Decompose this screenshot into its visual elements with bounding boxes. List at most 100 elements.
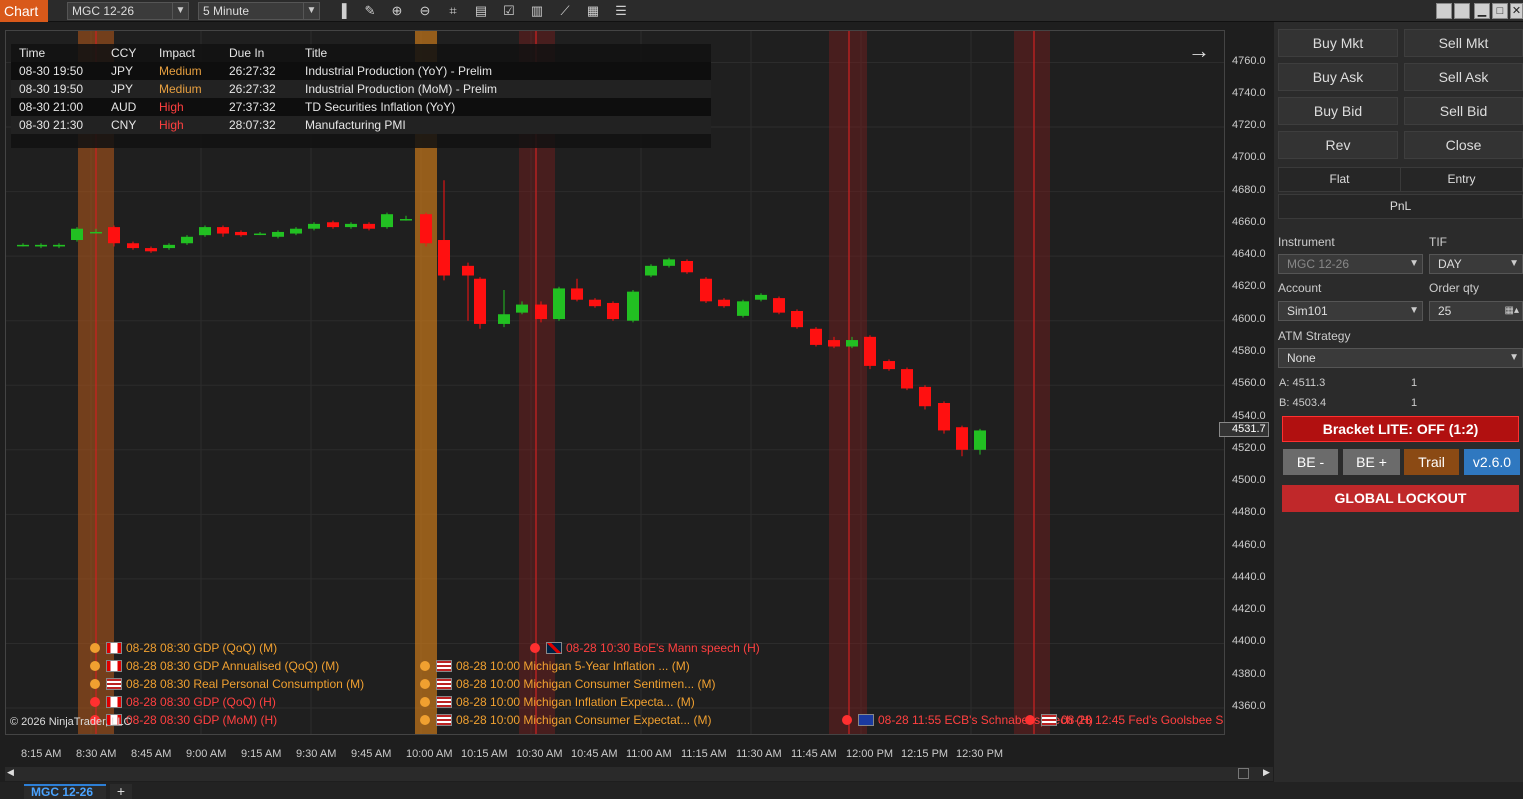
scroll-right-icon[interactable]: ▶ bbox=[1263, 767, 1270, 778]
tif-label: TIF bbox=[1429, 235, 1447, 249]
tif-select[interactable]: DAY ▼ bbox=[1429, 254, 1523, 274]
close-icon[interactable]: ✕ bbox=[1510, 3, 1523, 19]
event-marker[interactable]: 08-28 10:00 Michigan 5-Year Inflation ..… bbox=[420, 659, 690, 673]
be-minus-button[interactable]: BE - bbox=[1283, 449, 1338, 475]
zoom-out-icon[interactable]: ⊖ bbox=[416, 2, 434, 20]
candle-down bbox=[883, 361, 895, 370]
event-dot-icon bbox=[420, 661, 430, 671]
news-time-band bbox=[829, 31, 867, 734]
country-flag-icon bbox=[858, 714, 874, 726]
country-flag-icon bbox=[1041, 714, 1057, 726]
price-tick: 4460.0 bbox=[1232, 538, 1266, 551]
minimize-icon[interactable]: ▁ bbox=[1474, 3, 1490, 19]
event-marker[interactable]: 08-28 08:30 GDP (QoQ) (H) bbox=[90, 695, 276, 709]
event-marker[interactable]: 08-28 10:00 Michigan Inflation Expecta..… bbox=[420, 695, 695, 709]
bracket-lite-toggle[interactable]: Bracket LITE: OFF (1:2) bbox=[1282, 416, 1519, 442]
candle-up bbox=[163, 244, 175, 249]
scroll-thumb[interactable] bbox=[1238, 768, 1249, 779]
event-marker[interactable]: 08-28 08:30 Real Personal Consumption (M… bbox=[90, 677, 364, 691]
event-marker[interactable]: 08-28 10:00 Michigan Consumer Sentimen..… bbox=[420, 677, 715, 691]
close-position-button[interactable]: Close bbox=[1404, 131, 1523, 159]
data-box-icon[interactable]: ▦ bbox=[584, 2, 602, 20]
global-lockout-button[interactable]: GLOBAL LOCKOUT bbox=[1282, 485, 1519, 512]
buy-bid-button[interactable]: Buy Bid bbox=[1278, 97, 1398, 125]
account-select[interactable]: Sim101 ▼ bbox=[1278, 301, 1423, 321]
event-marker[interactable]: 08-28 10:00 Michigan Consumer Expectat..… bbox=[420, 713, 711, 727]
sell-market-button[interactable]: Sell Mkt bbox=[1404, 29, 1523, 57]
candle-up bbox=[381, 214, 393, 228]
news-row[interactable]: 08-30 21:00 AUD High 27:37:32 TD Securities … bbox=[11, 98, 711, 116]
news-impact: High bbox=[151, 98, 221, 116]
candle-up bbox=[663, 259, 675, 266]
time-tick: 8:45 AM bbox=[131, 748, 172, 760]
templates-icon[interactable]: ⟋ bbox=[556, 2, 574, 20]
strategies-icon[interactable]: ☑ bbox=[500, 2, 518, 20]
time-tick: 11:30 AM bbox=[736, 748, 782, 760]
candle-up bbox=[974, 430, 986, 450]
indicators-icon[interactable]: ▥ bbox=[528, 2, 546, 20]
time-axis[interactable]: 8:15 AM 8:30 AM 8:45 AM 9:00 AM 9:15 AM 9:30 … bbox=[5, 736, 1225, 764]
news-ccy: AUD bbox=[103, 98, 151, 116]
candle-down bbox=[363, 223, 375, 229]
news-row[interactable]: 08-30 19:50 JPY Medium 26:27:32 Industrial P… bbox=[11, 80, 711, 98]
price-tick: 4400.0 bbox=[1232, 635, 1266, 648]
version-button[interactable]: v2.6.0 bbox=[1464, 449, 1520, 475]
event-dot-icon bbox=[420, 679, 430, 689]
sell-ask-button[interactable]: Sell Ask bbox=[1404, 63, 1523, 91]
news-title: Manufacturing PMI bbox=[297, 116, 711, 134]
chevron-down-icon: ▼ bbox=[172, 3, 188, 19]
trail-button[interactable]: Trail bbox=[1404, 449, 1459, 475]
tile-icon[interactable] bbox=[1436, 3, 1452, 19]
app-label: Chart bbox=[0, 0, 48, 22]
price-axis[interactable]: 4760.0 4740.0 4720.0 4700.0 4680.0 4660.0 4640… bbox=[1226, 30, 1271, 735]
draw-icon[interactable]: ✎ bbox=[361, 2, 379, 20]
add-tab-button[interactable]: + bbox=[110, 784, 132, 799]
news-impact: High bbox=[151, 116, 221, 134]
event-marker[interactable]: 08-28 08:30 GDP (QoQ) (M) bbox=[90, 641, 277, 655]
news-row[interactable]: 08-30 21:30 CNY High 28:07:32 Manufacturing … bbox=[11, 116, 711, 134]
scroll-to-end-arrow-icon[interactable]: → bbox=[1188, 38, 1210, 64]
event-label: 08-28 08:30 GDP (QoQ) (H) bbox=[126, 695, 276, 709]
candle-down bbox=[718, 299, 730, 307]
news-ccy: JPY bbox=[103, 80, 151, 98]
list-icon[interactable]: ☰ bbox=[612, 2, 630, 20]
quantity-stepper-icon[interactable]: ▦▴ bbox=[1505, 302, 1519, 320]
atm-strategy-select[interactable]: None ▼ bbox=[1278, 348, 1523, 368]
event-marker[interactable]: 08-28 08:30 GDP Annualised (QoQ) (M) bbox=[90, 659, 339, 673]
event-marker[interactable]: 08-28 12:45 Fed's Goolsbee S bbox=[1025, 713, 1223, 727]
sell-bid-button[interactable]: Sell Bid bbox=[1404, 97, 1523, 125]
time-tick: 12:00 PM bbox=[846, 748, 894, 760]
order-qty-input[interactable]: 25 ▦▴ bbox=[1429, 301, 1523, 321]
price-tick: 4500.0 bbox=[1232, 474, 1266, 487]
event-marker[interactable]: 08-28 10:30 BoE's Mann speech (H) bbox=[530, 641, 760, 655]
crosshair-icon[interactable]: ⌗ bbox=[444, 2, 462, 20]
horizontal-scrollbar[interactable]: ◀ ▶ bbox=[5, 767, 1273, 781]
toolbar: Chart MGC 12-26 ▼ 5 Minute ▼ ▐ ✎ ⊕ ⊖ ⌗ ▤… bbox=[0, 0, 1523, 22]
ask-row: A: 4511.3 bbox=[1279, 377, 1325, 389]
buy-ask-button[interactable]: Buy Ask bbox=[1278, 63, 1398, 91]
bid-price: 4503.4 bbox=[1292, 397, 1327, 409]
candle-up bbox=[345, 223, 357, 228]
reverse-button[interactable]: Rev bbox=[1278, 131, 1398, 159]
buy-market-button[interactable]: Buy Mkt bbox=[1278, 29, 1398, 57]
candle-down bbox=[235, 231, 247, 236]
news-row[interactable]: 08-30 19:50 JPY Medium 26:27:32 Industrial P… bbox=[11, 62, 711, 80]
maximize-icon[interactable]: □ bbox=[1492, 3, 1508, 19]
maximize-alt-icon[interactable] bbox=[1454, 3, 1470, 19]
bar-type-icon[interactable]: ▐ bbox=[333, 2, 351, 20]
event-dot-icon bbox=[1025, 715, 1035, 725]
instrument-select[interactable]: MGC 12-26 ▼ bbox=[1278, 254, 1423, 274]
be-plus-button[interactable]: BE + bbox=[1343, 449, 1400, 475]
properties-icon[interactable]: ▤ bbox=[472, 2, 490, 20]
candle-up bbox=[516, 304, 528, 313]
event-dot-icon bbox=[420, 715, 430, 725]
interval-selector[interactable]: 5 Minute ▼ bbox=[198, 2, 320, 20]
time-tick: 12:15 PM bbox=[901, 748, 949, 760]
news-header-row: Time CCY Impact Due In Title bbox=[11, 44, 711, 62]
instrument-selector[interactable]: MGC 12-26 ▼ bbox=[67, 2, 189, 20]
news-ccy: JPY bbox=[103, 62, 151, 80]
zoom-in-icon[interactable]: ⊕ bbox=[388, 2, 406, 20]
tab-mgc[interactable]: MGC 12-26 bbox=[24, 784, 106, 799]
scroll-left-icon[interactable]: ◀ bbox=[7, 767, 14, 778]
event-dot-icon bbox=[90, 679, 100, 689]
